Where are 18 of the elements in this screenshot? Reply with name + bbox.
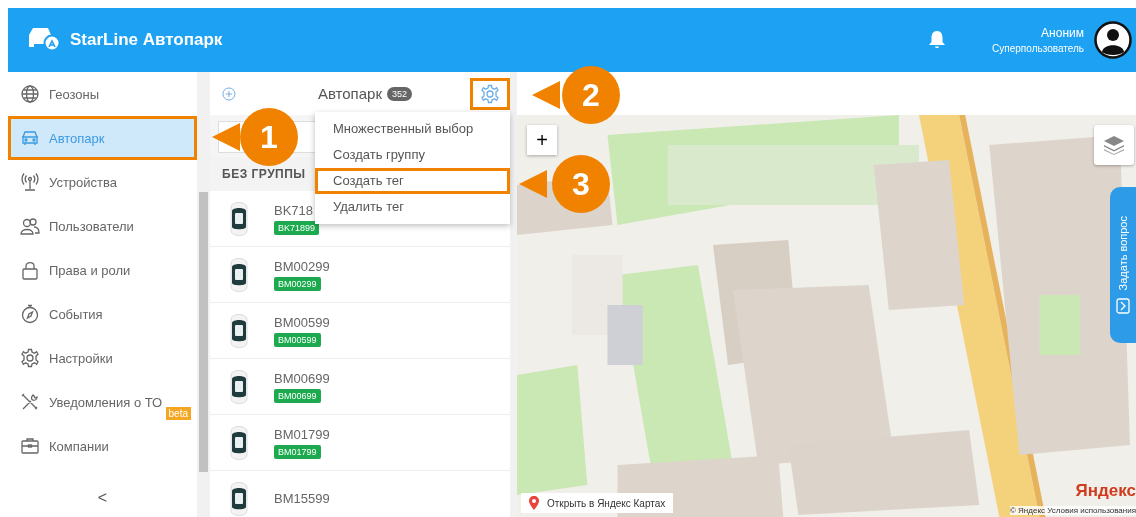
vehicle-tag: BM00299: [274, 276, 321, 291]
vehicle-name: BM00699: [274, 370, 330, 386]
vehicle-name: BM15599: [274, 491, 330, 506]
beta-badge: beta: [165, 407, 191, 420]
vehicle-name: BM00299: [274, 258, 330, 274]
vehicle-tag: BM00599: [274, 332, 321, 347]
map-logo: Яндекс: [1075, 481, 1136, 501]
vehicle-tag: BK71899: [274, 220, 320, 235]
app-title: StarLine Автопарк: [70, 30, 223, 50]
vehicle-name: BM01799: [274, 426, 330, 442]
vehicle-tag: BM00699: [274, 388, 321, 403]
count-badge: 352: [386, 86, 412, 101]
vehicle-name: BM00599: [274, 314, 330, 330]
vehicle-tag: BM01799: [274, 444, 321, 459]
panel-title: Автопарк: [317, 85, 382, 102]
user-role: Суперпользователь: [992, 43, 1084, 54]
user-name: Аноним: [1041, 26, 1084, 40]
vehicle-name: BK718: [274, 202, 314, 218]
